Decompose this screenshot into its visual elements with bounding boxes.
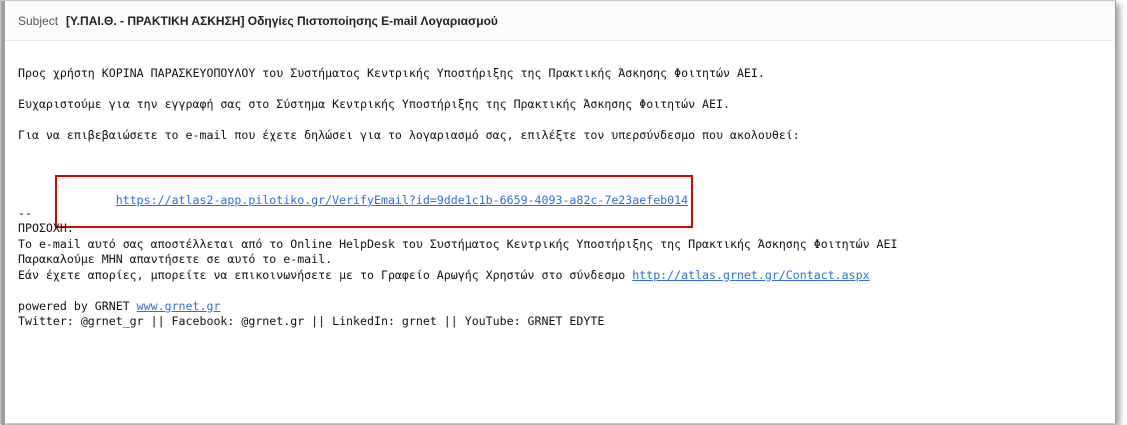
- contact-link[interactable]: http://atlas.grnet.gr/Contact.aspx: [632, 268, 869, 282]
- email-body: Προς χρήστη ΚΟΡΙΝΑ ΠΑΡΑΣΚΕΥΟΠΟΥΛΟΥ του Σ…: [18, 66, 1108, 330]
- window-left-edge: [1, 1, 5, 425]
- grnet-link[interactable]: www.grnet.gr: [137, 299, 221, 313]
- notice-line-2: Παρακαλούμε ΜΗΝ απαντήσετε σε αυτό το e-…: [18, 252, 333, 266]
- subject-bar: Subject [Υ.ΠΑΙ.Θ. - ΠΡΑΚΤΙΚΗ ΑΣΚΗΣΗ] Οδη…: [5, 1, 1113, 41]
- powered-by-text: powered by GRNET: [18, 298, 137, 313]
- subject-label: Subject: [18, 13, 59, 28]
- powered-by-line: powered by GRNET www.grnet.gr: [18, 299, 1108, 315]
- social-links-text: Twitter: @grnet_gr || Facebook: @grnet.g…: [18, 314, 605, 328]
- instruction-text: Για να επιβεβαιώσετε το e-mail που έχετε…: [18, 128, 800, 142]
- email-window: Subject [Υ.ΠΑΙ.Θ. - ΠΡΑΚΤΙΚΗ ΑΣΚΗΣΗ] Οδη…: [0, 0, 1116, 425]
- verify-link-highlight-box: https://atlas2-app.pilotiko.gr/VerifyEma…: [54, 174, 694, 228]
- notice-line-3: Εάν έχετε απορίες, μπορείτε να επικοινων…: [18, 268, 1108, 284]
- notice-line-3-text: Εάν έχετε απορίες, μπορείτε να επικοινων…: [18, 267, 633, 282]
- verify-email-link[interactable]: https://atlas2-app.pilotiko.gr/VerifyEma…: [116, 193, 688, 207]
- subject-text: [Υ.ΠΑΙ.Θ. - ΠΡΑΚΤΙΚΗ ΑΣΚΗΣΗ] Οδηγίες Πισ…: [66, 13, 498, 28]
- notice-line-1: Το e-mail αυτό σας αποστέλλεται από το O…: [18, 236, 898, 251]
- thanks-text: Ευχαριστούμε για την εγγραφή σας στο Σύσ…: [18, 97, 730, 111]
- greeting-text: Προς χρήστη ΚΟΡΙΝΑ ΠΑΡΑΣΚΕΥΟΠΟΥΛΟΥ του Σ…: [18, 66, 765, 80]
